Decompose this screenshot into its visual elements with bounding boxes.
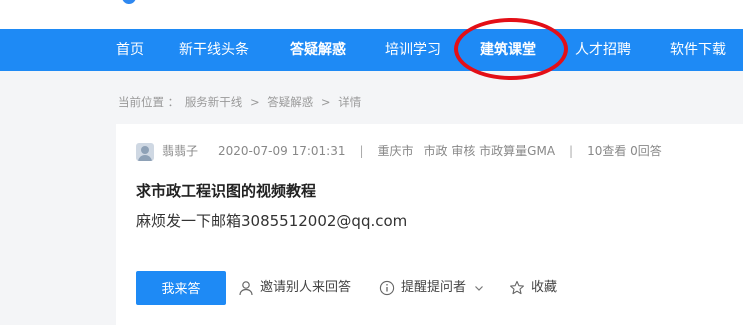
nav-item-software-download[interactable]: 软件下载 (670, 29, 726, 71)
remind-asker-button[interactable]: 提醒提问者 (379, 271, 484, 305)
nav-item-home[interactable]: 首页 (116, 29, 144, 71)
author-name[interactable]: 翡翡子 (162, 144, 198, 158)
chevron-down-icon (474, 283, 484, 293)
location: 重庆市 (377, 144, 414, 158)
breadcrumb-separator: > (249, 95, 260, 109)
nav-item-qa[interactable]: 答疑解惑 (290, 29, 346, 71)
question-title: 求市政工程识图的视频教程 (136, 182, 317, 200)
avatar[interactable] (136, 142, 154, 161)
invite-label: 邀请别人来回答 (260, 280, 352, 295)
breadcrumb-item-qa[interactable]: 答疑解惑 (267, 95, 313, 109)
breadcrumb-prefix: 当前位置 ： (118, 95, 180, 109)
nav-item-classroom[interactable]: 建筑课堂 (480, 29, 536, 71)
breadcrumb-separator: > (320, 95, 331, 109)
nav-item-training[interactable]: 培训学习 (385, 29, 441, 71)
question-stats: 10查看 0回答 (587, 144, 662, 158)
invite-answer-button[interactable]: 邀请别人来回答 (238, 271, 351, 305)
user-icon (238, 280, 254, 296)
favorite-button[interactable]: 收藏 (509, 271, 557, 305)
breadcrumb-item-detail: 详情 (338, 95, 362, 109)
question-card: 翡翡子 2020-07-09 17:01:31 | 重庆市 市政 审核 市政算量GMA |… (116, 124, 743, 325)
breadcrumb-item-service[interactable]: 服务新干线 (185, 95, 243, 109)
question-body: 麻烦发一下邮箱3085512002@qq.com (136, 212, 408, 230)
question-meta: 翡翡子 2020-07-09 17:01:31 | 重庆市 市政 审核 市政算量GMA |… (136, 142, 662, 161)
favorite-label: 收藏 (531, 280, 558, 295)
star-icon (509, 280, 525, 296)
question-tags: 市政 审核 市政算量GMA (423, 144, 556, 158)
nav-item-recruitment[interactable]: 人才招聘 (575, 29, 631, 71)
info-icon (379, 280, 395, 296)
post-datetime: 2020-07-09 17:01:31 (218, 144, 346, 158)
breadcrumb: 当前位置 ： 服务新干线 > 答疑解惑 > 详情 (118, 94, 363, 110)
remind-label: 提醒提问者 (401, 280, 467, 295)
top-header (0, 0, 743, 29)
main-nav: 首页 新干线头条 答疑解惑 培训学习 建筑课堂 人才招聘 软件下载 (0, 29, 743, 71)
logo-fragment (122, 0, 136, 4)
meta-divider: | (359, 144, 364, 158)
meta-divider: | (569, 144, 574, 158)
nav-item-headlines[interactable]: 新干线头条 (179, 29, 249, 71)
answer-button[interactable]: 我来答 (136, 271, 226, 305)
